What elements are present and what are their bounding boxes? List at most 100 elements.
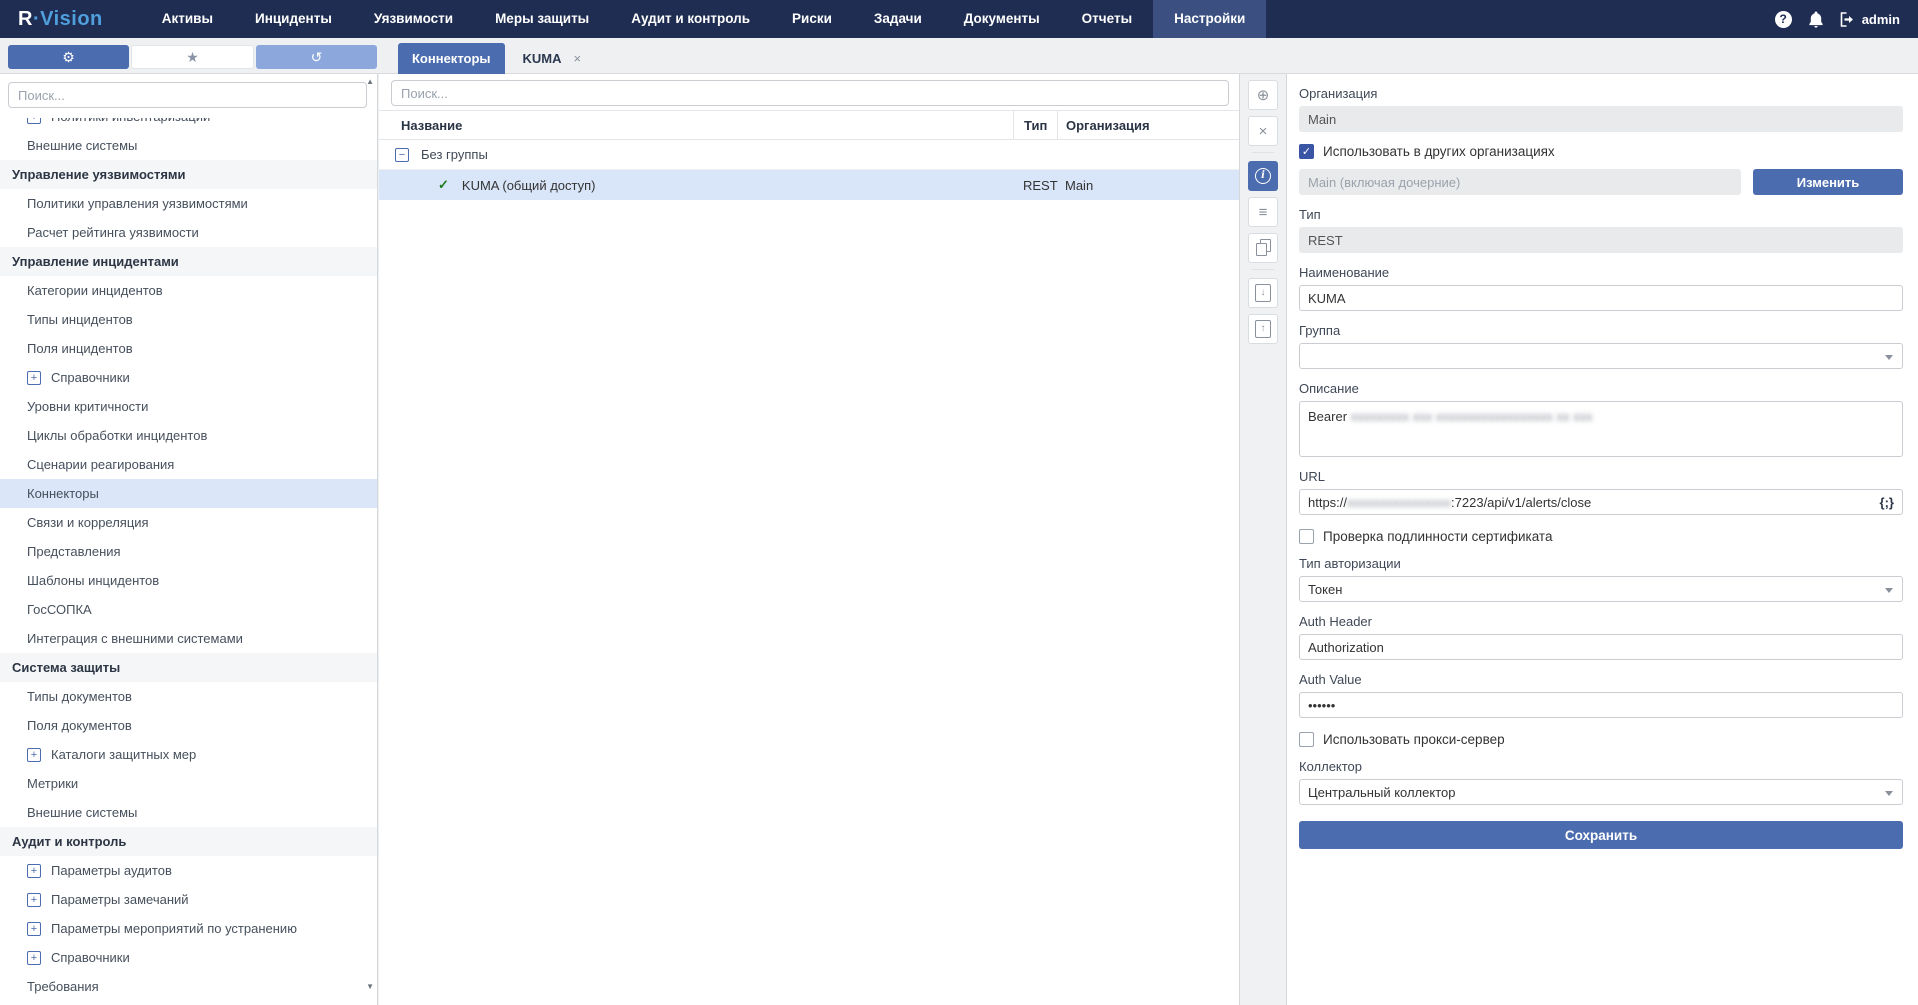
import-button[interactable]: ↓ (1248, 278, 1278, 308)
expand-icon[interactable]: + (27, 864, 41, 878)
proxy-checkbox-row[interactable]: Использовать прокси-сервер (1299, 732, 1903, 747)
tree-item[interactable]: +Справочники (0, 363, 377, 392)
star-icon: ★ (186, 50, 199, 64)
save-button[interactable]: Сохранить (1299, 821, 1903, 849)
tree-item[interactable]: Внешние системы (0, 798, 377, 827)
type-field (1299, 227, 1903, 253)
tree-item[interactable]: Типы инцидентов (0, 305, 377, 334)
tree-item[interactable]: Метрики (0, 769, 377, 798)
export-button[interactable]: ↑ (1248, 314, 1278, 344)
nav-item[interactable]: Настройки (1153, 0, 1266, 38)
tree-item[interactable]: +Параметры замечаний (0, 885, 377, 914)
auth-type-select[interactable]: Токен (1299, 576, 1903, 602)
logout-icon[interactable] (1840, 12, 1856, 27)
tree-item[interactable]: +Справочники (0, 943, 377, 972)
tree-item[interactable]: Требования (0, 972, 377, 1001)
tree-item[interactable]: Политики управления уязвимостями (0, 189, 377, 218)
nav-item[interactable]: Меры защиты (474, 0, 610, 38)
sidebar-tab-settings[interactable]: ⚙ (8, 45, 129, 69)
expand-icon[interactable]: + (27, 893, 41, 907)
sidebar-tab-history[interactable]: ↺ (256, 45, 377, 69)
tree-item[interactable]: Внешние системы (0, 131, 377, 160)
tab-connectors[interactable]: Коннекторы (398, 43, 505, 74)
expand-icon[interactable]: + (27, 748, 41, 762)
connectors-search-input[interactable] (391, 80, 1229, 106)
nav-item[interactable]: Отчеты (1061, 0, 1153, 38)
table-header: Название Тип Организация (379, 110, 1239, 140)
tree-item[interactable]: Уровни критичности (0, 392, 377, 421)
add-button[interactable]: ⊕ (1248, 80, 1278, 110)
collapse-icon[interactable]: − (395, 148, 409, 162)
auth-value-field[interactable] (1299, 692, 1903, 718)
expand-icon[interactable]: + (27, 371, 41, 385)
tree-item[interactable]: ГосСОПКА (0, 595, 377, 624)
auth-header-label: Auth Header (1299, 614, 1903, 629)
notifications-bell-icon[interactable] (1808, 11, 1824, 28)
scroll-down-icon[interactable]: ▼ (366, 983, 374, 991)
info-button[interactable]: i (1248, 161, 1278, 191)
tab-close-icon[interactable]: × (574, 51, 582, 66)
tab-kuma[interactable]: KUMA × (523, 51, 582, 66)
column-name[interactable]: Название (379, 118, 1013, 133)
tree-item[interactable]: Связи и корреляция (0, 508, 377, 537)
nav-item[interactable]: Аудит и контроль (610, 0, 771, 38)
tree-item[interactable]: Типы документов (0, 682, 377, 711)
tree-section-header: Система защиты (0, 653, 377, 682)
nav-item[interactable]: Уязвимости (353, 0, 474, 38)
scroll-up-icon[interactable]: ▲ (366, 78, 374, 86)
copy-icon (1257, 241, 1269, 255)
proxy-checkbox[interactable] (1299, 732, 1314, 747)
user-menu[interactable]: admin (1840, 12, 1900, 27)
url-field[interactable]: https://xxxxxxxxxxxxxxxx:7223/api/v1/ale… (1299, 489, 1903, 515)
tree-item[interactable]: Расчет рейтинга уязвимости (0, 218, 377, 247)
share-checkbox[interactable] (1299, 144, 1314, 159)
collector-select[interactable]: Центральный коллектор (1299, 779, 1903, 805)
group-select[interactable] (1299, 343, 1903, 369)
tree-item-label: Аудит и контроль (12, 834, 126, 849)
username: admin (1862, 12, 1900, 27)
info-icon: i (1255, 168, 1271, 184)
tree-item[interactable]: Поля инцидентов (0, 334, 377, 363)
nav-item[interactable]: Инциденты (234, 0, 353, 38)
tree-item[interactable]: Циклы обработки инцидентов (0, 421, 377, 450)
column-type[interactable]: Тип (1013, 111, 1057, 139)
tree-item[interactable]: +Параметры мероприятий по устранению (0, 914, 377, 943)
tree-item[interactable]: +Каталоги защитных мер (0, 740, 377, 769)
sidebar-search-input[interactable] (8, 82, 367, 108)
tree-item[interactable]: Коннекторы (0, 479, 377, 508)
description-field[interactable]: Bearer xxxxxxxxx xxx xxxxxxxxxxxxxxxxxx … (1299, 401, 1903, 457)
tree-item[interactable]: +Политики инвентаризации (0, 118, 377, 131)
expand-icon[interactable]: + (27, 118, 41, 124)
cert-checkbox-label: Проверка подлинности сертификата (1323, 529, 1552, 544)
change-button[interactable]: Изменить (1753, 169, 1903, 195)
variables-icon[interactable]: {;} (1880, 495, 1894, 510)
sidebar-tab-favorites[interactable]: ★ (131, 45, 254, 69)
tree-item[interactable]: Сценарии реагирования (0, 450, 377, 479)
workspace-tabs: Коннекторы KUMA × (398, 43, 581, 74)
nav-item[interactable]: Документы (943, 0, 1061, 38)
tree-item[interactable]: Интеграция с внешними системами (0, 624, 377, 653)
expand-icon[interactable]: + (27, 951, 41, 965)
help-icon[interactable]: ? (1775, 11, 1792, 28)
tree-item[interactable]: Контроли (0, 1001, 377, 1005)
copy-button[interactable] (1248, 233, 1278, 263)
share-checkbox-row[interactable]: Использовать в других организациях (1299, 144, 1903, 159)
tree-item[interactable]: +Параметры аудитов (0, 856, 377, 885)
delete-button[interactable]: × (1248, 116, 1278, 146)
nav-item[interactable]: Активы (141, 0, 234, 38)
expand-icon[interactable]: + (27, 922, 41, 936)
nav-item[interactable]: Риски (771, 0, 853, 38)
nav-item[interactable]: Задачи (853, 0, 943, 38)
tree-item[interactable]: Представления (0, 537, 377, 566)
column-organization[interactable]: Организация (1057, 111, 1239, 139)
tree-item[interactable]: Поля документов (0, 711, 377, 740)
list-view-button[interactable]: ≡ (1248, 197, 1278, 227)
name-field[interactable] (1299, 285, 1903, 311)
cert-checkbox-row[interactable]: Проверка подлинности сертификата (1299, 529, 1903, 544)
auth-header-field[interactable] (1299, 634, 1903, 660)
group-row[interactable]: − Без группы (379, 140, 1239, 170)
table-row[interactable]: ✓KUMA (общий доступ)RESTMain (379, 170, 1239, 200)
cert-checkbox[interactable] (1299, 529, 1314, 544)
tree-item[interactable]: Категории инцидентов (0, 276, 377, 305)
tree-item[interactable]: Шаблоны инцидентов (0, 566, 377, 595)
